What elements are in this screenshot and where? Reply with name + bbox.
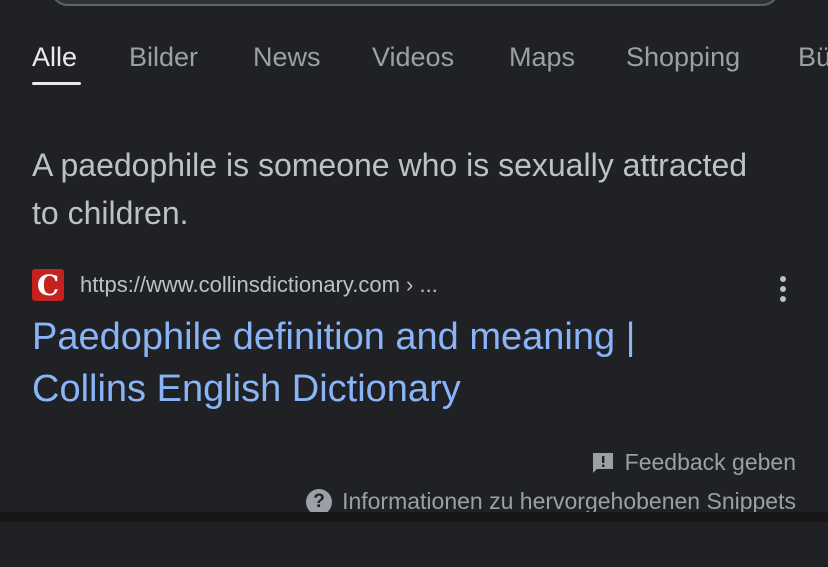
tab-videos[interactable]: Videos (372, 42, 454, 73)
active-tab-indicator (32, 82, 81, 85)
snippet-info-link[interactable]: ? Informationen zu hervorgehobenen Snipp… (306, 488, 796, 515)
tab-maps[interactable]: Maps (509, 42, 575, 73)
tab-shopping[interactable]: Shopping (626, 42, 740, 73)
tab-alle[interactable]: Alle (32, 42, 77, 73)
feedback-button[interactable]: Feedback geben (591, 449, 796, 476)
tab-bilder[interactable]: Bilder (129, 42, 198, 73)
tab-buecher[interactable]: Bü (798, 42, 828, 73)
tab-news[interactable]: News (253, 42, 321, 73)
collins-favicon-icon: C (32, 269, 64, 302)
search-tabs: Alle Bilder News Videos Maps Shopping Bü (0, 40, 828, 90)
more-vert-icon[interactable] (768, 272, 798, 306)
feedback-label: Feedback geben (624, 449, 796, 475)
section-divider (0, 512, 828, 567)
help-icon: ? (306, 488, 333, 515)
result-title-link[interactable]: Paedophile definition and meaning | Coll… (32, 311, 732, 415)
featured-snippet-text: A paedophile is someone who is sexually … (32, 147, 748, 231)
search-bar[interactable] (50, 0, 780, 6)
snippet-info-label: Informationen zu hervorgehobenen Snippet… (342, 488, 796, 514)
result-url[interactable]: https://www.collinsdictionary.com › ... (80, 272, 438, 298)
feedback-icon (591, 451, 615, 475)
